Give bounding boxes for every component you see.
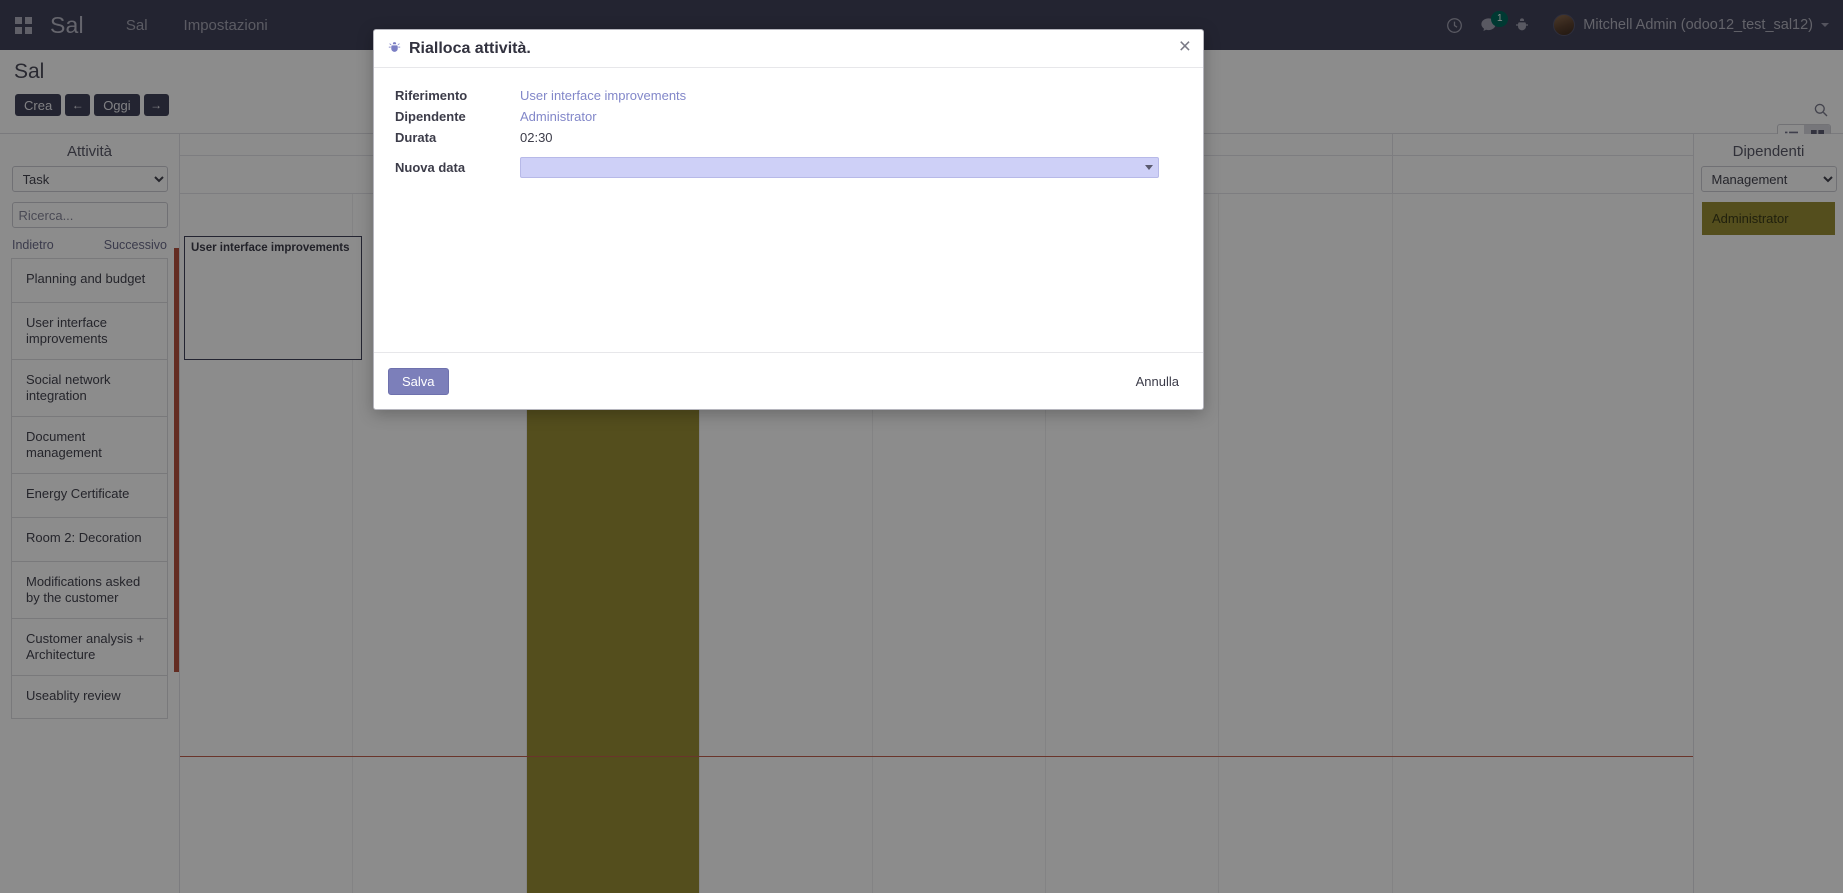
new-date-input-wrap [520,157,1159,178]
cancel-button[interactable]: Annulla [1126,369,1189,394]
modal-field-row: DipendenteAdministrator [388,106,1189,127]
modal-header: Rialloca attività. × [374,30,1203,68]
reallocate-activity-dialog: Rialloca attività. × RiferimentoUser int… [373,29,1204,410]
modal-body: RiferimentoUser interface improvementsDi… [374,68,1203,352]
field-label: Dipendente [388,109,520,124]
new-date-row: Nuova data [388,153,1189,181]
field-label: Riferimento [388,88,520,103]
modal-field-list: RiferimentoUser interface improvementsDi… [388,85,1189,148]
new-date-label: Nuova data [388,160,520,175]
bug-icon [388,41,401,56]
save-button[interactable]: Salva [388,368,449,395]
close-icon[interactable]: × [1179,37,1191,57]
modal-field-row: Durata02:30 [388,127,1189,148]
application-root: Sal Sal Impostazioni 1 Mi [0,0,1843,893]
field-value[interactable]: User interface improvements [520,88,686,103]
new-date-input[interactable] [520,157,1159,178]
modal-footer: Salva Annulla [374,352,1203,409]
field-value[interactable]: Administrator [520,109,597,124]
modal-title: Rialloca attività. [409,40,531,58]
modal-field-row: RiferimentoUser interface improvements [388,85,1189,106]
field-label: Durata [388,130,520,145]
field-value: 02:30 [520,130,553,145]
